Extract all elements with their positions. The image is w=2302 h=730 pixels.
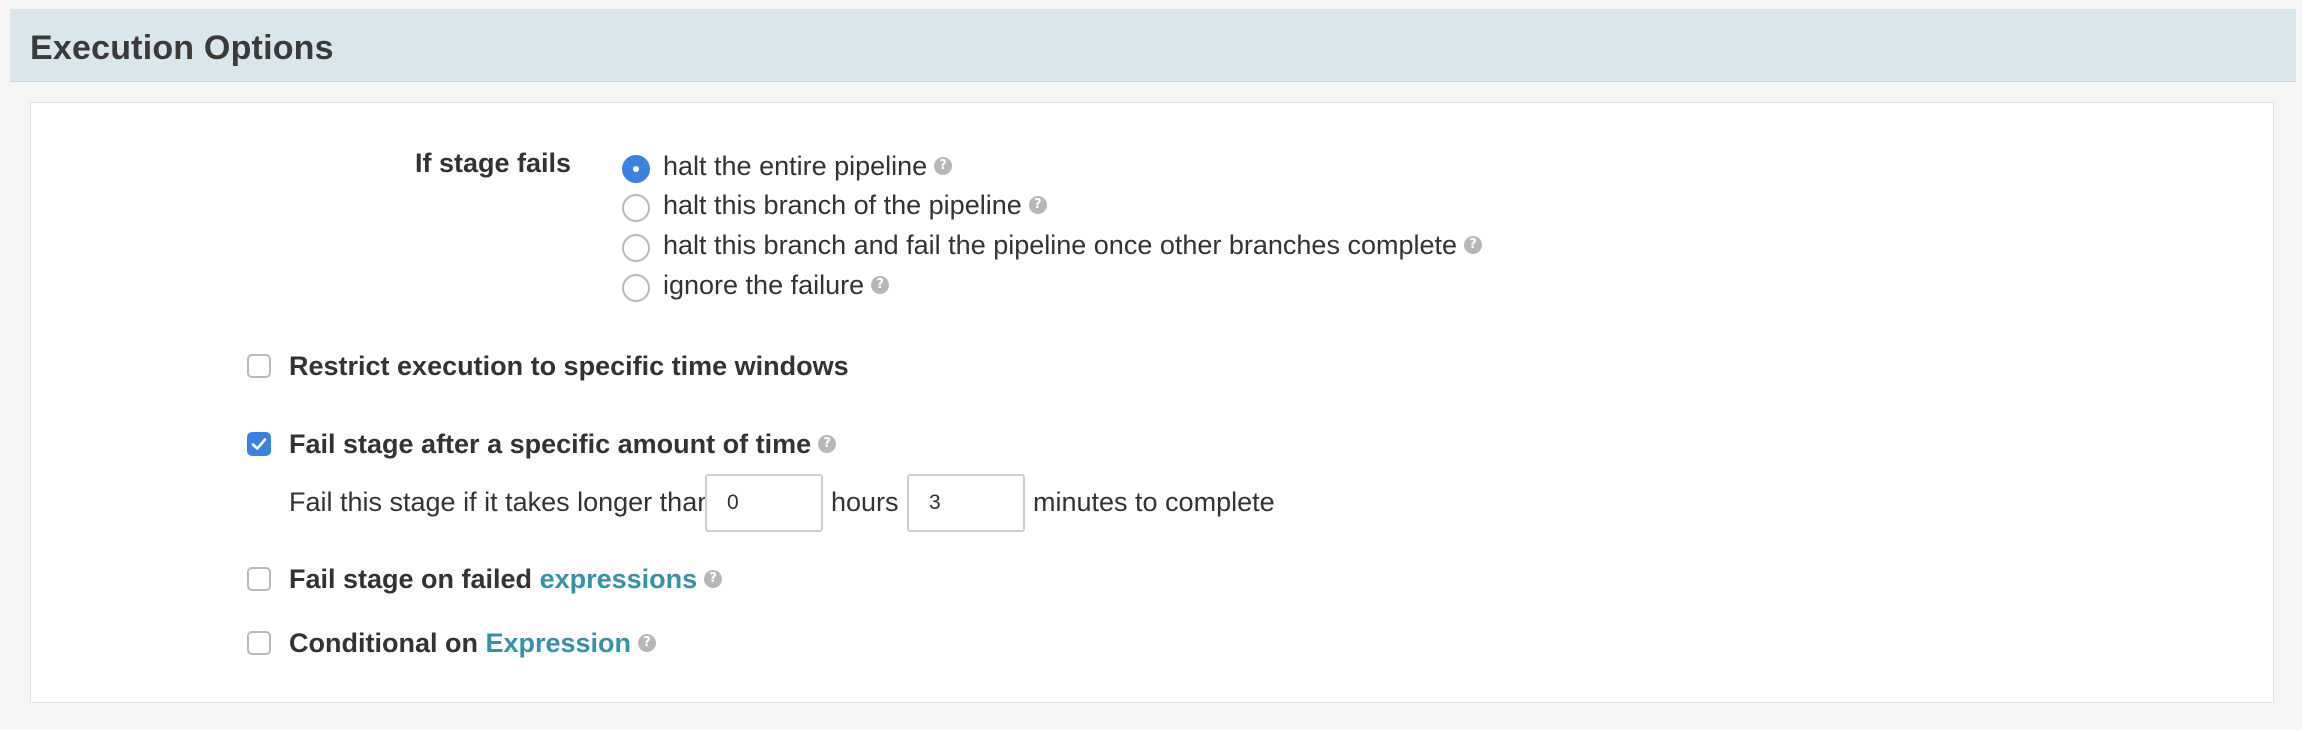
hours-label: hours <box>831 487 899 517</box>
conditional-checkbox[interactable] <box>247 631 271 655</box>
radio-halt-branch-fail-pipeline[interactable] <box>622 234 650 262</box>
minutes-label: minutes to complete <box>1033 487 1275 517</box>
execution-options-panel: If stage fails halt the entire pipeline?… <box>30 102 2274 703</box>
conditional-label[interactable]: Conditional on Expression? <box>289 628 657 659</box>
expression-link[interactable]: Expression <box>485 628 631 658</box>
option-label: ignore the failure <box>663 270 865 300</box>
help-icon[interactable]: ? <box>1464 235 1483 254</box>
option-ignore-failure[interactable]: ignore the failure? <box>663 270 890 301</box>
help-icon[interactable]: ? <box>934 156 953 175</box>
fail-on-expressions-checkbox[interactable] <box>247 567 271 591</box>
restrict-time-checkbox[interactable] <box>247 354 271 378</box>
if-stage-fails-label: If stage fails <box>415 148 572 178</box>
help-icon[interactable]: ? <box>704 569 723 588</box>
fail-on-expressions-text: Fail stage on failed <box>289 564 533 594</box>
expressions-link[interactable]: expressions <box>540 564 698 594</box>
radio-halt-entire-pipeline[interactable] <box>622 155 650 183</box>
radio-halt-branch[interactable] <box>622 194 650 222</box>
timeout-description: Fail this stage if it takes longer than <box>289 487 713 517</box>
option-halt-branch[interactable]: halt this branch of the pipeline? <box>663 190 1047 221</box>
fail-after-time-label[interactable]: Fail stage after a specific amount of ti… <box>289 429 837 460</box>
conditional-text: Conditional on <box>289 628 478 658</box>
option-halt-branch-fail-pipeline[interactable]: halt this branch and fail the pipeline o… <box>663 230 1483 261</box>
hours-input[interactable] <box>705 474 823 532</box>
help-icon[interactable]: ? <box>818 434 837 453</box>
restrict-time-label[interactable]: Restrict execution to specific time wind… <box>289 351 849 382</box>
option-label: halt this branch and fail the pipeline o… <box>663 230 1458 260</box>
option-label: halt the entire pipeline <box>663 151 928 181</box>
help-icon[interactable]: ? <box>871 275 890 294</box>
fail-after-time-checkbox[interactable] <box>247 432 271 456</box>
fail-after-time-text: Fail stage after a specific amount of ti… <box>289 429 812 459</box>
option-label: halt this branch of the pipeline <box>663 190 1022 220</box>
help-icon[interactable]: ? <box>638 633 657 652</box>
fail-on-expressions-label[interactable]: Fail stage on failed expressions? <box>289 564 723 595</box>
help-icon[interactable]: ? <box>1028 195 1047 214</box>
minutes-input[interactable] <box>907 474 1025 532</box>
section-header: Execution Options <box>10 9 2296 82</box>
checkmark-icon <box>251 438 267 450</box>
section-title: Execution Options <box>30 29 334 67</box>
radio-ignore-failure[interactable] <box>622 274 650 302</box>
option-halt-entire-pipeline[interactable]: halt the entire pipeline? <box>663 151 953 182</box>
